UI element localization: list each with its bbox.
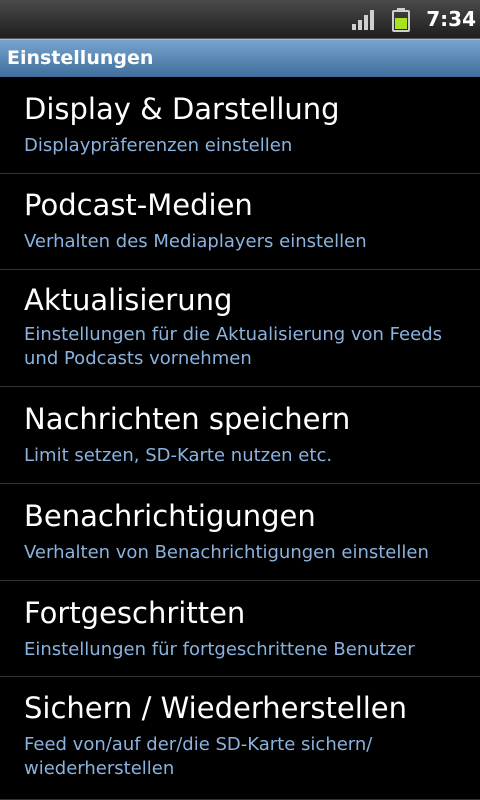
settings-item-summary: Einstellungen für die Aktualisierung von… bbox=[24, 324, 442, 369]
settings-item-podcast-media[interactable]: Podcast-Medien Verhalten des Mediaplayer… bbox=[0, 174, 480, 270]
settings-item-summary: Feed von/auf der/die SD-Karte sichern/ w… bbox=[24, 734, 373, 779]
settings-item-title: Benachrichtigungen bbox=[24, 499, 316, 533]
settings-item-message-storage[interactable]: Nachrichten speichern Limit setzen, SD-K… bbox=[0, 387, 480, 484]
settings-item-title: Nachrichten speichern bbox=[24, 402, 351, 436]
settings-item-title: Display & Darstellung bbox=[24, 92, 340, 126]
settings-item-summary: Einstellungen für fortgeschrittene Benut… bbox=[24, 639, 415, 660]
settings-item-backup-restore[interactable]: Sichern / Wiederherstellen Feed von/auf … bbox=[0, 677, 480, 800]
battery-icon bbox=[392, 8, 410, 32]
settings-list: Display & Darstellung Displaypräferenzen… bbox=[0, 77, 480, 800]
settings-item-title: Fortgeschritten bbox=[24, 596, 246, 630]
status-bar: 7:34 bbox=[0, 0, 480, 39]
settings-item-summary: Limit setzen, SD-Karte nutzen etc. bbox=[24, 445, 333, 466]
settings-item-summary: Verhalten von Benachrichtigungen einstel… bbox=[24, 542, 429, 563]
status-bar-clock: 7:34 bbox=[426, 7, 476, 31]
settings-item-update[interactable]: Aktualisierung Einstellungen für die Akt… bbox=[0, 270, 480, 387]
settings-item-title: Aktualisierung bbox=[24, 283, 233, 317]
settings-item-summary: Displaypräferenzen einstellen bbox=[24, 135, 293, 156]
page-title: Einstellungen bbox=[7, 47, 154, 69]
settings-item-summary: Verhalten des Mediaplayers einstellen bbox=[24, 231, 367, 252]
settings-item-display[interactable]: Display & Darstellung Displaypräferenzen… bbox=[0, 77, 480, 174]
settings-item-advanced[interactable]: Fortgeschritten Einstellungen für fortge… bbox=[0, 581, 480, 677]
settings-item-title: Sichern / Wiederherstellen bbox=[24, 691, 408, 725]
settings-item-notifications[interactable]: Benachrichtigungen Verhalten von Benachr… bbox=[0, 484, 480, 581]
title-bar: Einstellungen bbox=[0, 39, 480, 77]
settings-item-title: Podcast-Medien bbox=[24, 188, 253, 222]
signal-bars-icon bbox=[352, 10, 374, 30]
